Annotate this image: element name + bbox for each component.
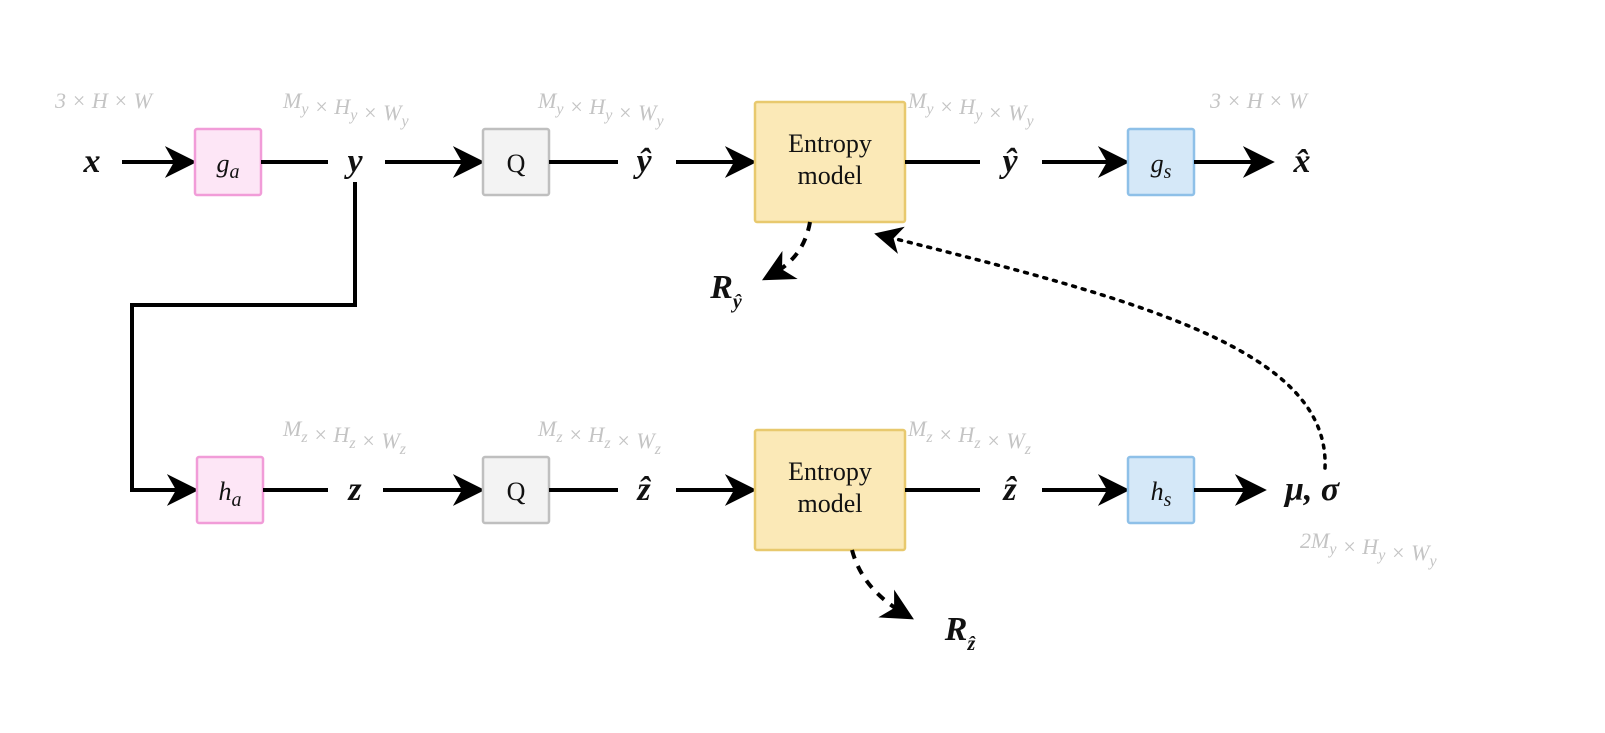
- dim-yh2: My × Hy × Wy: [907, 88, 1034, 130]
- var-y: y: [343, 143, 363, 180]
- var-yhat-right: ŷ: [998, 143, 1018, 180]
- svg-text:model: model: [798, 489, 863, 518]
- label-Rzh: Rẑ: [944, 611, 977, 655]
- compression-architecture-diagram: 3 × H × W x ga My × Hy × Wy y Q My × Hy …: [0, 0, 1605, 733]
- block-ha: ha: [197, 457, 263, 523]
- dim-y: My × Hy × Wy: [282, 88, 409, 130]
- block-ga: ga: [195, 129, 261, 195]
- var-mu-sigma: μ, σ: [1283, 471, 1341, 508]
- svg-text:Entropy: Entropy: [788, 129, 872, 158]
- dim-xh: 3 × H × W: [1209, 88, 1309, 113]
- label-Ryh: Rŷ: [709, 269, 742, 313]
- block-q2: Q: [483, 457, 549, 523]
- svg-text:Entropy: Entropy: [788, 457, 872, 486]
- svg-text:Q: Q: [507, 149, 526, 178]
- block-entropy-model-top: Entropy model: [755, 102, 905, 222]
- block-hs: hs: [1128, 457, 1194, 523]
- svg-text:Q: Q: [507, 477, 526, 506]
- block-entropy-model-bottom: Entropy model: [755, 430, 905, 550]
- var-zhat: ẑ: [636, 471, 651, 508]
- var-x: x: [83, 143, 101, 180]
- var-yhat: ŷ: [632, 143, 652, 180]
- var-z: z: [347, 471, 362, 508]
- var-zhat-right: ẑ: [1002, 471, 1017, 508]
- arrow-entropy1-to-Ryh: [768, 222, 810, 277]
- dim-zh: Mz × Hz × Wz: [537, 416, 662, 458]
- dim-z: Mz × Hz × Wz: [282, 416, 407, 458]
- dim-zh2: Mz × Hz × Wz: [907, 416, 1032, 458]
- dim-mu: 2My × Hy × Wy: [1300, 528, 1437, 570]
- svg-text:model: model: [798, 161, 863, 190]
- block-q1: Q: [483, 129, 549, 195]
- dim-x: 3 × H × W: [54, 88, 154, 113]
- dim-yh: My × Hy × Wy: [537, 88, 664, 130]
- arrow-entropy2-to-Rzh: [852, 550, 908, 616]
- block-gs: gs: [1128, 129, 1194, 195]
- var-xhat: x̂: [1293, 143, 1311, 180]
